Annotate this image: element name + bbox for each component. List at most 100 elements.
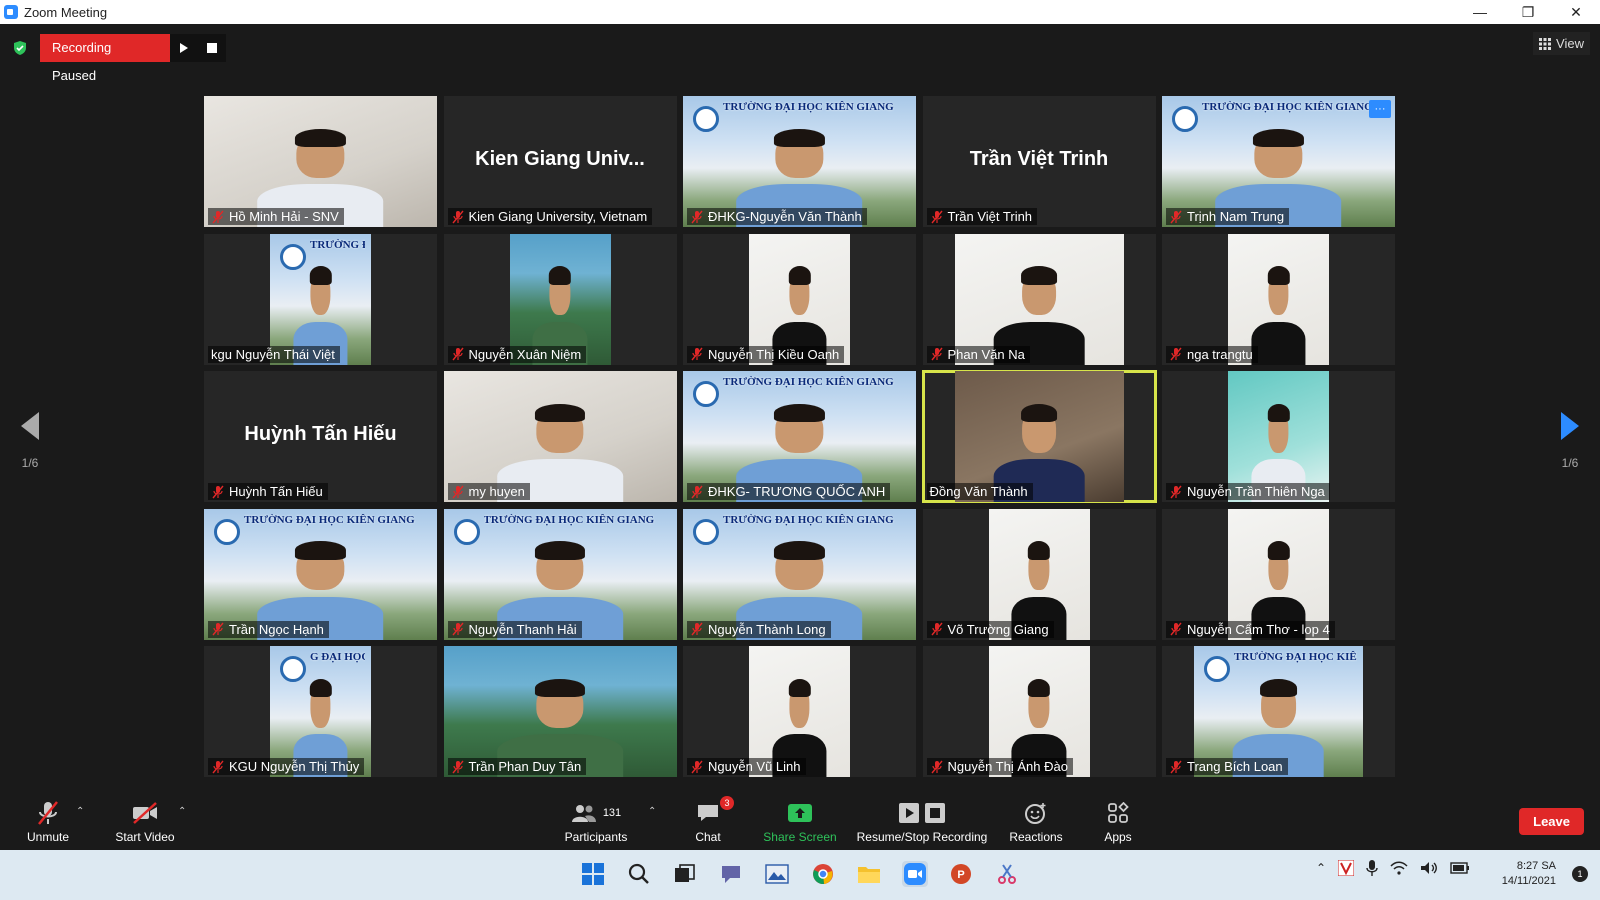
previous-page-button[interactable]: 1/6 (10, 412, 50, 470)
share-screen-button[interactable]: Share Screen (760, 798, 840, 844)
participant-name: Nguyễn Trần Thiên Nga (1187, 484, 1325, 499)
microphone-muted-icon (451, 485, 464, 498)
participant-name-label: ĐHKG-Nguyễn Văn Thành (687, 208, 867, 225)
start-video-button[interactable]: Start Video (110, 798, 180, 844)
minimize-icon[interactable]: — (1456, 0, 1504, 24)
view-button[interactable]: View (1533, 32, 1590, 55)
participant-name: Trang Bích Loan (1187, 759, 1283, 774)
chevron-up-icon[interactable]: ⌃ (1316, 861, 1326, 875)
participant-tile[interactable]: Đồng Văn Thành (921, 370, 1157, 503)
reactions-button[interactable]: Reactions (1006, 798, 1066, 844)
participant-name: KGU Nguyễn Thị Thủy (229, 759, 360, 774)
virtual-background-banner: TRƯỜNG ĐẠI HỌC KIÊN GIANG (1202, 101, 1373, 113)
participant-tile[interactable]: TRƯỜNG ĐẠI HỌC KIÊ kgu Nguyễn Thái Việt (204, 233, 437, 365)
apps-button[interactable]: Apps (1098, 798, 1138, 844)
notification-badge[interactable]: 1 (1572, 866, 1588, 882)
participant-tile[interactable]: Phan Văn Na (922, 233, 1156, 365)
participant-tile[interactable]: TRƯỜNG ĐẠI HỌC KIÊN GIANG Nguyễn Thành Lo… (683, 508, 916, 640)
close-icon[interactable]: ✕ (1552, 0, 1600, 24)
participant-tile[interactable]: Nguyễn Vũ Linh (683, 646, 916, 777)
volume-icon[interactable] (1420, 861, 1438, 875)
snipping-tool-icon[interactable] (994, 861, 1020, 887)
video-options-chevron-icon[interactable]: ⌃ (178, 806, 186, 817)
participant-name: Phan Văn Na (947, 346, 1025, 362)
participant-tile[interactable]: Trần Việt Trinh Trần Việt Trinh (922, 96, 1156, 227)
participant-name: Trịnh Nam Trung (1187, 209, 1285, 224)
participant-tile[interactable]: Nguyễn Xuân Niệm (443, 233, 677, 365)
participant-tile[interactable]: Hồ Minh Hải - SNV (204, 96, 437, 227)
audio-options-chevron-icon[interactable]: ⌃ (76, 806, 84, 817)
participant-name: Trần Ngọc Hạnh (229, 621, 324, 637)
participants-button[interactable]: 131 Participants (560, 798, 632, 844)
participant-tile[interactable]: Kien Giang Univ... Kien Giang University,… (443, 96, 677, 227)
search-icon[interactable] (626, 861, 652, 887)
participant-tile[interactable]: nga trangtu (1162, 233, 1395, 365)
resume-stop-recording-button[interactable]: Resume/Stop Recording (852, 798, 992, 844)
microphone-muted-icon (451, 347, 464, 361)
participant-name-label: nga trangtu (1166, 345, 1258, 363)
antivirus-icon[interactable] (1338, 860, 1354, 876)
photos-icon[interactable] (764, 861, 790, 887)
window-title: Zoom Meeting (24, 4, 108, 20)
file-explorer-icon[interactable] (856, 861, 882, 887)
participant-tile[interactable]: TRƯỜNG ĐẠI HỌC KIÊN GIANG ··· Trịnh Nam Tr… (1162, 96, 1395, 227)
share-screen-label: Share Screen (763, 830, 837, 844)
participant-name-label: Nguyễn Xuân Niệm (447, 345, 587, 363)
unmute-button[interactable]: Unmute (20, 798, 76, 844)
participant-tile[interactable]: G ĐẠI HỌC KIÊN KGU Nguyễn Thị Thủy (204, 646, 437, 777)
participant-tile[interactable]: Nguyễn Trần Thiên Nga (1162, 371, 1395, 502)
windows-taskbar: P ⌃ 8:27 SA 14/11/2021 1 (0, 850, 1600, 900)
system-tray: ⌃ (1316, 860, 1470, 876)
participant-tile[interactable]: TRƯỜNG ĐẠI HỌC KIÊN GIANG ĐHKG- TRƯƠNG QU… (683, 371, 916, 502)
window-titlebar: Zoom Meeting — ❐ ✕ (0, 0, 1600, 24)
tile-more-options-button[interactable]: ··· (1369, 100, 1391, 118)
participant-tile[interactable]: Võ Trường Giang (922, 508, 1156, 640)
task-view-icon[interactable] (672, 861, 698, 887)
participant-name: nga trangtu (1187, 346, 1253, 362)
virtual-background-banner: TRƯỜNG ĐẠI HỌC KIÊ (310, 238, 365, 251)
stop-icon[interactable] (198, 34, 226, 62)
chrome-icon[interactable] (810, 861, 836, 887)
participant-tile[interactable]: my huyen (443, 371, 677, 502)
participant-tile[interactable]: TRƯỜNG ĐẠI HỌC KIÊN GIANG Trần Ngọc Hạnh (204, 508, 437, 640)
participants-count: 131 (602, 807, 622, 819)
meeting-stage: Recording Paused View 1/6 1/6 Hồ Minh Hả… (0, 24, 1600, 850)
microphone-muted-icon (212, 760, 224, 773)
zoom-icon[interactable] (902, 861, 928, 887)
teams-chat-icon[interactable] (718, 861, 744, 887)
university-logo-icon (1204, 656, 1230, 682)
participants-options-chevron-icon[interactable]: ⌃ (648, 806, 656, 817)
system-clock[interactable]: 8:27 SA 14/11/2021 (1502, 859, 1556, 889)
participant-name-label: Trịnh Nam Trung (1166, 208, 1290, 225)
wifi-icon[interactable] (1390, 861, 1408, 875)
participant-tile[interactable]: Nguyễn Cẩm Thơ - lop 4 (1162, 508, 1395, 640)
microphone-muted-icon (930, 210, 943, 223)
meeting-toolbar: Unmute ⌃ Start Video ⌃ 131 Participants … (0, 794, 1600, 850)
next-page-button[interactable]: 1/6 (1550, 412, 1590, 470)
play-icon[interactable] (170, 34, 198, 62)
participant-tile[interactable]: TRƯỜNG ĐẠI HỌC KIÊN GIANG ĐHKG-Nguyễn Văn… (683, 96, 916, 227)
powerpoint-icon[interactable]: P (948, 861, 974, 887)
battery-icon[interactable] (1450, 862, 1470, 874)
leave-button[interactable]: Leave (1519, 808, 1584, 835)
chat-button[interactable]: 3 Chat (690, 796, 734, 844)
restore-icon[interactable]: ❐ (1504, 0, 1552, 24)
participant-name-label: Trần Ngọc Hạnh (208, 620, 329, 638)
security-shield-icon[interactable] (12, 40, 28, 56)
apps-label: Apps (1104, 830, 1132, 844)
university-logo-icon (214, 518, 240, 545)
participant-tile[interactable]: TRƯỜNG ĐẠI HỌC KIÊN GIANG Trang Bích Loan (1162, 646, 1395, 777)
participant-tile[interactable]: Trần Phan Duy Tân (443, 646, 677, 777)
participant-tile[interactable]: Nguyễn Thị Ánh Đào (922, 646, 1156, 777)
virtual-background-banner: TRƯỜNG ĐẠI HỌC KIÊN GIANG (244, 513, 415, 526)
participant-name-label: Nguyễn Vũ Linh (687, 758, 806, 775)
participant-tile[interactable]: Nguyễn Thị Kiều Oanh (683, 233, 916, 365)
reactions-label: Reactions (1009, 830, 1063, 844)
participant-name-label: Trần Phan Duy Tân (447, 758, 587, 775)
participant-tile[interactable]: Huỳnh Tấn Hiếu Huỳnh Tấn Hiếu (204, 371, 437, 502)
microphone-icon[interactable] (1366, 860, 1378, 876)
participant-tile[interactable]: TRƯỜNG ĐẠI HỌC KIÊN GIANG Nguyễn Thanh Hả… (443, 508, 677, 640)
windows-start-icon[interactable] (580, 861, 606, 887)
virtual-background-banner: TRƯỜNG ĐẠI HỌC KIÊN GIANG (723, 101, 894, 113)
microphone-muted-icon (930, 347, 943, 361)
